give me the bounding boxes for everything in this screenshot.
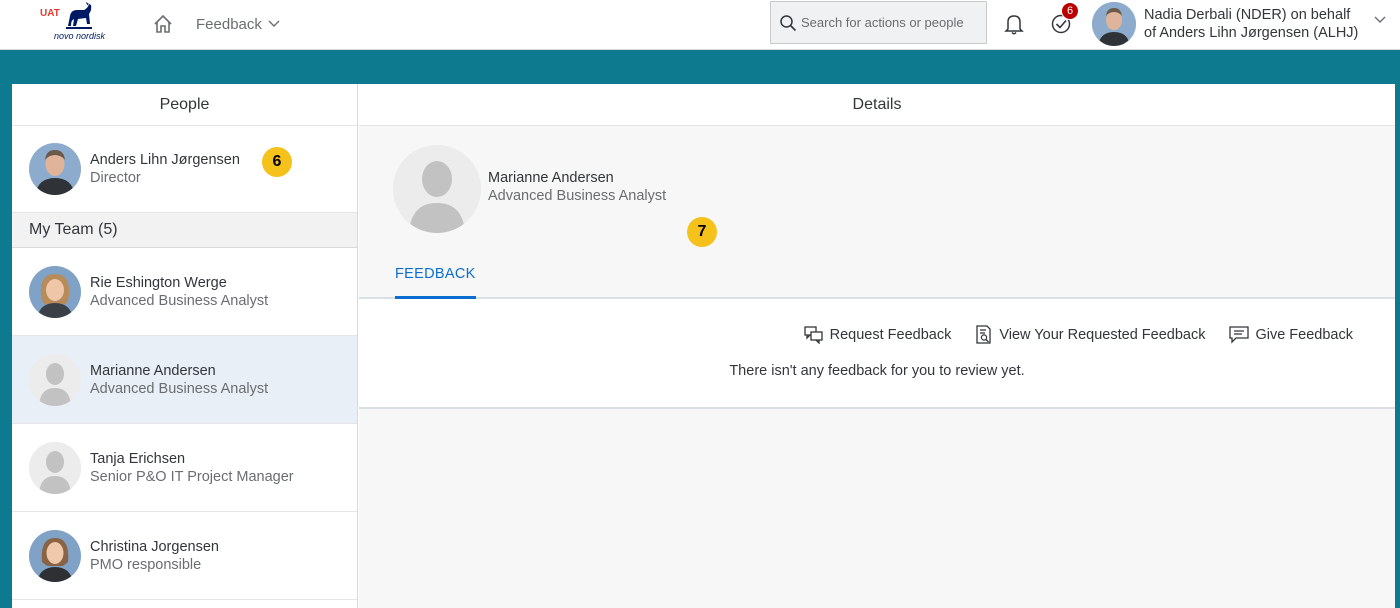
callout-marker: 7 (687, 217, 717, 247)
chevron-down-icon (268, 20, 280, 28)
document-search-icon (975, 325, 993, 345)
people-panel: People Anders Lihn Jørgensen Director 6 … (12, 84, 358, 608)
environment-label: UAT (40, 8, 60, 19)
give-feedback-label: Give Feedback (1255, 327, 1353, 343)
avatar (29, 266, 81, 318)
person-title: Senior P&O IT Project Manager (90, 469, 294, 485)
list-item-team-member[interactable]: Christina Jorgensen PMO responsible (12, 512, 357, 600)
avatar-placeholder (29, 442, 81, 494)
person-name: Christina Jorgensen (90, 539, 219, 555)
avatar-placeholder (29, 354, 81, 406)
person-title: PMO responsible (90, 557, 202, 573)
list-item-current-manager[interactable]: Anders Lihn Jørgensen Director 6 (12, 126, 357, 213)
list-item-team-member[interactable]: Tanja Erichsen Senior P&O IT Project Man… (12, 424, 357, 512)
avatar-placeholder (393, 145, 481, 233)
request-feedback-button[interactable]: Request Feedback (803, 326, 952, 344)
app-title-menu[interactable]: Feedback (196, 14, 280, 34)
person-name: Rie Eshington Werge (90, 275, 227, 291)
header-band (0, 50, 1400, 84)
person-title: Director (90, 170, 141, 186)
chevron-down-icon[interactable] (1374, 16, 1386, 24)
avatar (29, 530, 81, 582)
view-requested-feedback-button[interactable]: View Your Requested Feedback (975, 325, 1205, 345)
notifications-button[interactable] (1001, 10, 1027, 38)
request-feedback-label: Request Feedback (829, 327, 952, 343)
empty-state-message: There isn't any feedback for you to revi… (729, 363, 1025, 379)
view-requested-feedback-label: View Your Requested Feedback (999, 327, 1206, 343)
person-name: Tanja Erichsen (90, 451, 186, 467)
feedback-actions: Request Feedback View Your Requested Fee… (780, 325, 1353, 345)
search-icon (779, 14, 797, 32)
list-item-team-member-selected[interactable]: Marianne Andersen Advanced Business Anal… (12, 336, 357, 424)
people-panel-header: People (12, 84, 357, 126)
search-field[interactable] (770, 1, 987, 44)
search-input[interactable] (801, 15, 981, 30)
user-avatar[interactable] (1092, 2, 1136, 46)
app-title: Feedback (196, 15, 262, 33)
tab-feedback[interactable]: FEEDBACK (395, 262, 476, 299)
user-name-line1: Nadia Derbali (NDER) on behalf (1144, 7, 1351, 23)
frame-border-right (1395, 84, 1400, 608)
company-logo[interactable]: UAT novo nordisk (40, 2, 112, 46)
bell-icon (1004, 15, 1024, 35)
home-button[interactable] (150, 11, 176, 37)
person-name: Marianne Andersen (90, 363, 216, 379)
user-name[interactable]: Nadia Derbali (NDER) on behalf of Anders… (1144, 6, 1374, 42)
details-panel: Details Marianne Andersen Advanced Busin… (359, 84, 1395, 608)
frame-border-left (0, 84, 12, 608)
person-name: Anders Lihn Jørgensen (90, 152, 240, 168)
callout-marker: 6 (262, 147, 292, 177)
details-panel-header: Details (359, 84, 1395, 126)
person-title: Advanced Business Analyst (90, 381, 269, 397)
avatar (29, 143, 81, 195)
brand-text: novo nordisk (54, 31, 106, 41)
request-feedback-icon (803, 326, 824, 344)
tasks-count-badge: 6 (1061, 2, 1079, 20)
profile-title: Advanced Business Analyst (488, 188, 667, 204)
shell-bar: UAT novo nordisk Feedback Search for act… (0, 0, 1400, 50)
feedback-section: Request Feedback View Your Requested Fee… (359, 299, 1395, 409)
user-name-line2: of Anders Lihn Jørgensen (ALHJ) (1144, 25, 1359, 41)
apis-bull-logo-icon (66, 2, 92, 29)
profile-header: Marianne Andersen Advanced Business Anal… (359, 126, 1395, 299)
home-icon (154, 14, 172, 33)
person-title: Advanced Business Analyst (90, 293, 269, 309)
profile-name: Marianne Andersen (488, 170, 614, 186)
give-feedback-icon (1229, 326, 1250, 344)
team-section-header: My Team (5) (12, 213, 357, 248)
give-feedback-button[interactable]: Give Feedback (1229, 326, 1353, 344)
list-item-team-member[interactable]: Rie Eshington Werge Advanced Business An… (12, 248, 357, 336)
user-photo (1092, 2, 1136, 46)
